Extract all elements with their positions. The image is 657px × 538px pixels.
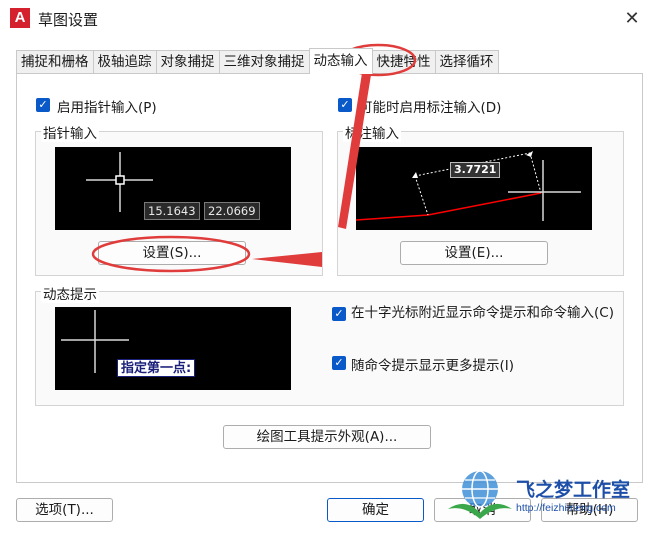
watermark-url: http://feizhimeng.com (516, 502, 616, 514)
pointer-input-preview: 15.1643 22.0669 (55, 147, 291, 230)
autocad-app-icon: A (10, 8, 30, 28)
window-title: 草图设置 (38, 11, 99, 29)
drafting-tooltip-appearance-button[interactable]: 绘图工具提示外观(A)... (223, 425, 431, 449)
show-prompts-near-crosshair-checkbox[interactable]: ✓ (332, 307, 346, 321)
dimension-input-preview: 3.7721 (356, 147, 592, 230)
dynamic-prompts-group-title: 动态提示 (41, 283, 99, 303)
tab-dynamic-input[interactable]: 动态输入 (308, 48, 373, 74)
watermark-brand: 飞之梦工作室 (516, 479, 631, 501)
enable-pointer-input-label[interactable]: 启用指针输入(P) (57, 96, 157, 116)
tab-strip: 捕捉和栅格 极轴追踪 对象捕捉 三维对象捕捉 动态输入 快捷特性 选择循环 (16, 48, 499, 74)
command-prompt-tooltip: 指定第一点: (117, 359, 196, 377)
tab-polar-tracking[interactable]: 极轴追踪 (92, 50, 157, 74)
enable-dimension-input-checkbox[interactable]: ✓ (338, 98, 352, 112)
tab-3d-object-snap[interactable]: 三维对象捕捉 (218, 50, 310, 74)
enable-dimension-input-label[interactable]: 可能时启用标注输入(D) (359, 96, 501, 116)
enable-pointer-input-checkbox[interactable]: ✓ (36, 98, 50, 112)
tab-quick-properties[interactable]: 快捷特性 (371, 50, 436, 74)
dimension-settings-button[interactable]: 设置(E)... (400, 241, 548, 265)
title-bar: A 草图设置 ✕ (0, 0, 657, 38)
tab-snap-grid[interactable]: 捕捉和栅格 (16, 50, 94, 74)
show-prompts-near-crosshair-label[interactable]: 在十字光标附近显示命令提示和命令输入(C) (351, 305, 621, 321)
tab-object-snap[interactable]: 对象捕捉 (155, 50, 220, 74)
site-watermark: 飞之梦工作室 http://feizhimeng.com (440, 463, 655, 523)
dimension-input-group-title: 标注输入 (343, 122, 401, 142)
pointer-input-group-title: 指针输入 (41, 122, 99, 142)
dynamic-prompts-preview: 指定第一点: (55, 307, 291, 390)
ok-button[interactable]: 确定 (327, 498, 424, 522)
close-icon[interactable]: ✕ (619, 6, 645, 32)
globe-logo-icon (448, 470, 512, 519)
dimension-value-box: 3.7721 (450, 162, 501, 178)
tab-selection-cycling[interactable]: 选择循环 (434, 50, 499, 74)
dimension-lines-graphic (356, 151, 581, 221)
show-more-tips-label[interactable]: 随命令提示显示更多提示(I) (351, 354, 514, 374)
options-button[interactable]: 选项(T)... (16, 498, 113, 522)
pointer-y-coordinate: 22.0669 (204, 202, 260, 220)
pointer-settings-button[interactable]: 设置(S)... (98, 241, 246, 265)
pointer-x-coordinate: 15.1643 (144, 202, 200, 220)
show-more-tips-checkbox[interactable]: ✓ (332, 356, 346, 370)
